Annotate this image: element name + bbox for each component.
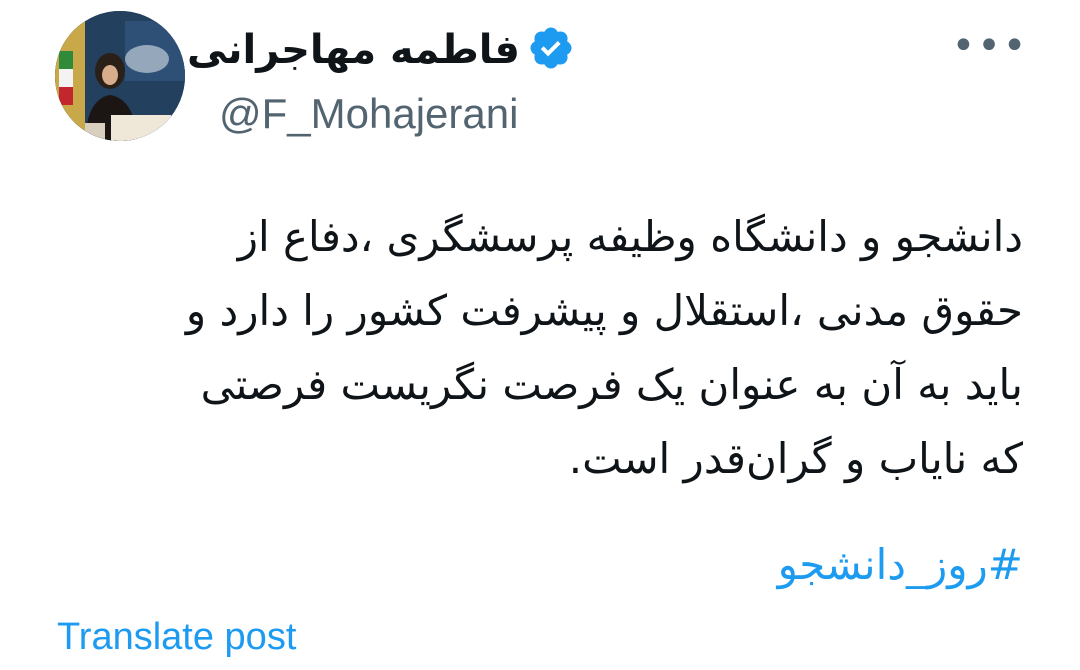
tweet-line: باید به آن به عنوان یک فرصت نگریست فرصتی — [200, 360, 1023, 409]
tweet-line: حقوق مدنی ،استقلال و پیشرفت کشور را دارد… — [185, 286, 1023, 335]
author-handle[interactable]: @F_Mohajerani — [219, 88, 518, 140]
profile-photo — [55, 11, 185, 141]
hashtag-link[interactable]: #روز_دانشجو — [778, 528, 1023, 602]
tweet-line: دانشجو و دانشگاه وظیفه پرسشگری ،دفاع از — [237, 212, 1023, 261]
verified-badge-icon — [530, 27, 572, 69]
translate-post-link[interactable]: Translate post — [57, 612, 296, 662]
author-display-name[interactable]: فاطمه مهاجرانی — [187, 26, 520, 74]
tweet-text: دانشجو و دانشگاه وظیفه پرسشگری ،دفاع از … — [53, 200, 1023, 496]
avatar[interactable] — [55, 11, 185, 141]
tweet-line: که نایاب و گران‌قدر است. — [568, 434, 1023, 483]
more-horizontal-icon: ••• — [951, 23, 1029, 69]
more-options-button[interactable]: ••• — [952, 26, 1027, 66]
